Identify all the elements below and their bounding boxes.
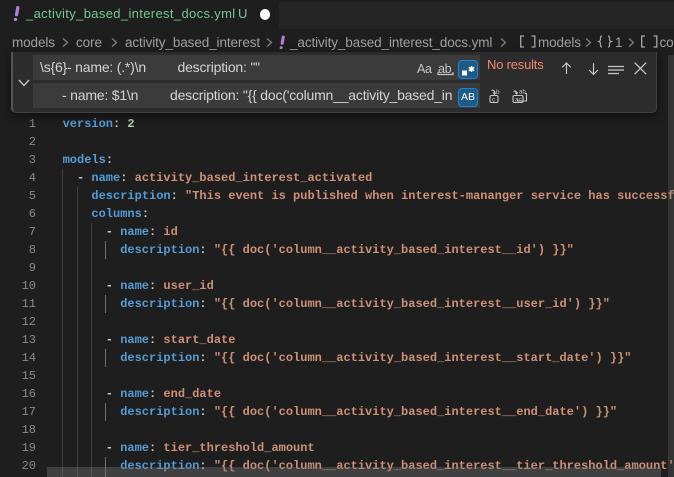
svg-text:ac: ac <box>515 96 523 103</box>
svg-text:ab: ab <box>519 90 526 96</box>
svg-text:b: b <box>496 89 500 96</box>
